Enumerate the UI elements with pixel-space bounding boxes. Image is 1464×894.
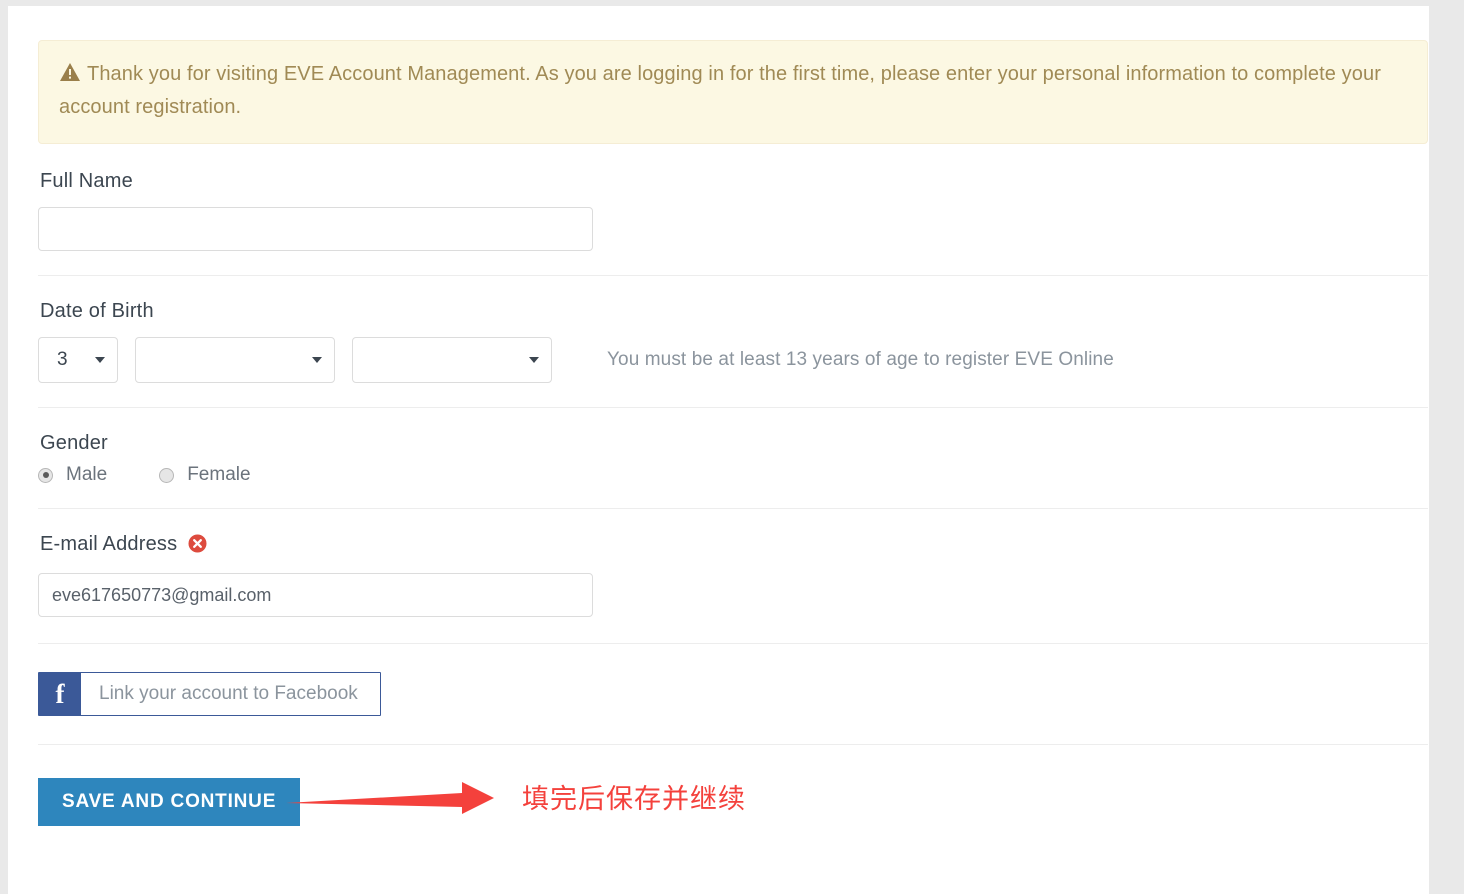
chevron-down-icon	[529, 357, 539, 363]
radio-female-icon[interactable]	[159, 467, 175, 483]
gender-option-male[interactable]: Male	[38, 464, 107, 486]
radio-male-icon[interactable]	[38, 467, 53, 483]
dob-day-value: 3	[57, 349, 68, 370]
gender-radio-group: Male Female	[38, 464, 1428, 486]
dob-year-select[interactable]	[352, 337, 552, 383]
full-name-section: Full Name	[38, 144, 1428, 276]
email-input[interactable]	[38, 573, 593, 617]
date-of-birth-row: 3 You must be at least 13 years of age t…	[38, 337, 1428, 383]
annotation-text: 填完后保存并继续	[522, 784, 746, 815]
gender-option-female[interactable]: Female	[159, 464, 251, 486]
link-facebook-button[interactable]: f Link your account to Facebook	[38, 672, 381, 716]
email-section: E-mail Address	[38, 509, 1428, 644]
full-name-label: Full Name	[40, 170, 133, 192]
page-root: Thank you for visiting EVE Account Manag…	[0, 0, 1464, 894]
facebook-section: f Link your account to Facebook	[38, 644, 1428, 745]
error-circle-x-icon	[188, 534, 207, 559]
link-facebook-label: Link your account to Facebook	[99, 683, 358, 704]
warning-triangle-icon	[59, 62, 81, 82]
alert-message: Thank you for visiting EVE Account Manag…	[59, 63, 1381, 118]
date-of-birth-section: Date of Birth 3 You must be at least 13 …	[38, 276, 1428, 408]
chevron-down-icon	[95, 357, 105, 363]
facebook-f-icon: f	[39, 673, 81, 715]
chevron-down-icon	[312, 357, 322, 363]
full-name-input[interactable]	[38, 207, 593, 251]
gender-female-label: Female	[187, 464, 251, 485]
first-login-alert: Thank you for visiting EVE Account Manag…	[38, 40, 1428, 144]
gender-section: Gender Male Female	[38, 408, 1428, 509]
save-and-continue-button[interactable]: SAVE AND CONTINUE	[38, 778, 301, 826]
date-of-birth-label: Date of Birth	[40, 300, 154, 322]
dob-day-select[interactable]: 3	[38, 337, 118, 383]
dob-month-select[interactable]	[135, 337, 335, 383]
dob-age-hint: You must be at least 13 years of age to …	[607, 349, 1114, 370]
email-label-text: E-mail Address	[40, 533, 178, 555]
submit-row: SAVE AND CONTINUE 填完后保存并继续	[38, 745, 1428, 831]
registration-form: Thank you for visiting EVE Account Manag…	[38, 6, 1428, 831]
email-label: E-mail Address	[40, 533, 1428, 559]
gender-male-label: Male	[66, 464, 108, 485]
gender-label: Gender	[40, 432, 108, 454]
right-arrow-annotation	[286, 777, 516, 821]
